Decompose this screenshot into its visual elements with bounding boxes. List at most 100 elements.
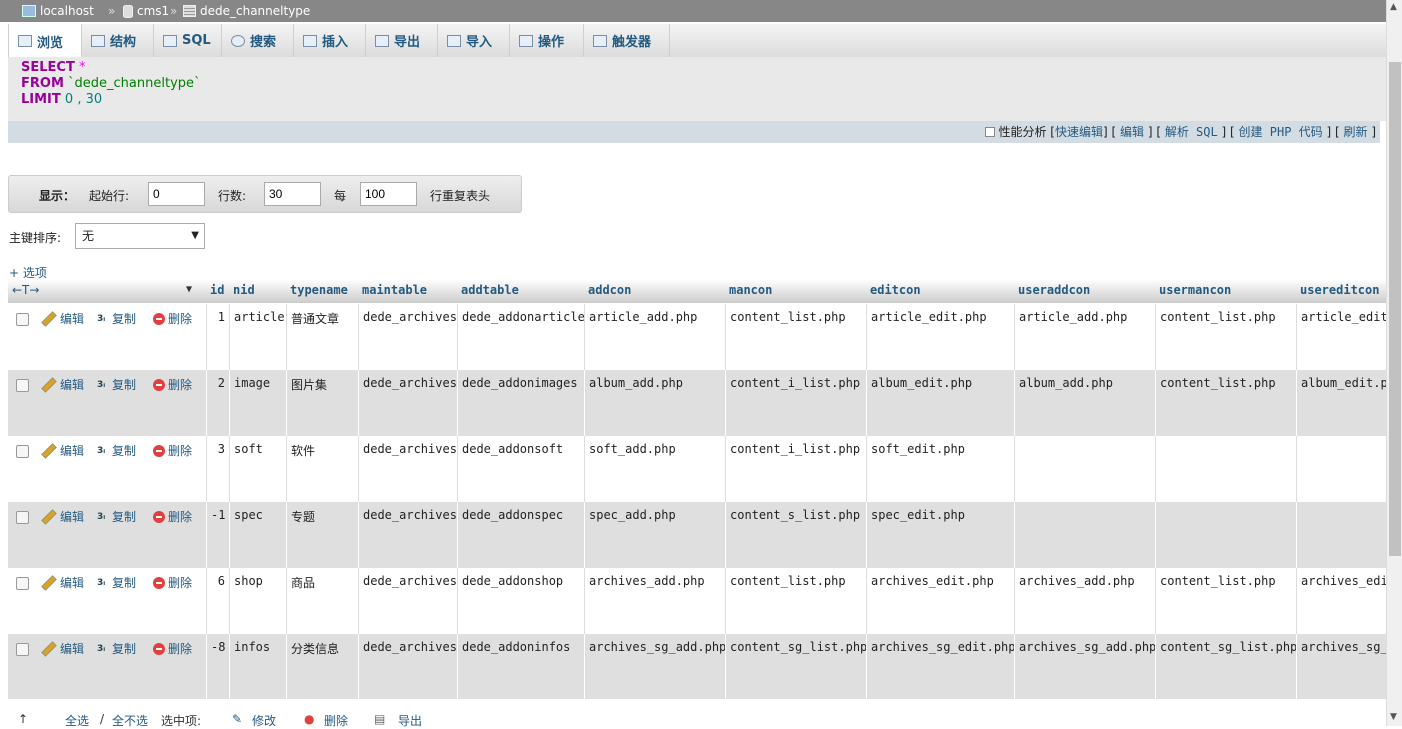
row-checkbox[interactable] — [16, 313, 29, 326]
column-header-nid[interactable]: nid — [229, 279, 286, 303]
profiling-checkbox[interactable] — [984, 127, 995, 137]
tab-triggers[interactable]: 触发器 — [584, 24, 670, 57]
cell-useraddcon[interactable]: archives_sg_add.php — [1014, 634, 1155, 699]
cell-usereditcon[interactable] — [1296, 436, 1386, 502]
cell-typename[interactable]: 分类信息 — [286, 634, 358, 699]
row-copy-action[interactable]: 3ᵢ 复制 — [97, 574, 136, 591]
tab-import[interactable]: 导入 — [438, 24, 510, 57]
column-header-editcon[interactable]: editcon — [866, 279, 1014, 303]
cell-usereditcon[interactable]: archives_sg_edit.php — [1296, 634, 1386, 699]
row-copy-action[interactable]: 3ᵢ 复制 — [97, 508, 136, 525]
uncheck-all-link[interactable]: 全不选 — [112, 712, 148, 729]
tab-structure[interactable]: 结构 — [82, 24, 154, 57]
row-checkbox[interactable] — [16, 577, 29, 590]
cell-nid[interactable]: image — [229, 370, 286, 436]
cell-id[interactable]: -1 — [206, 502, 229, 568]
cell-addcon[interactable]: album_add.php — [584, 370, 725, 436]
bulk-change-link[interactable]: 修改 — [252, 712, 276, 729]
cell-nid[interactable]: spec — [229, 502, 286, 568]
cell-addcon[interactable]: soft_add.php — [584, 436, 725, 502]
cell-mancon[interactable]: content_s_list.php — [725, 502, 866, 568]
explain-sql-link[interactable]: 解析 SQL — [1165, 125, 1218, 139]
column-menu-icon[interactable]: ▼ — [182, 279, 206, 303]
row-delete-action[interactable]: 删除 — [153, 574, 192, 591]
cell-useraddcon[interactable] — [1014, 436, 1155, 502]
cell-maintable[interactable]: dede_archives — [358, 568, 457, 634]
cell-maintable[interactable]: dede_archives — [358, 634, 457, 699]
cell-editcon[interactable]: archives_edit.php — [866, 568, 1014, 634]
cell-useraddcon[interactable]: article_add.php — [1014, 304, 1155, 370]
cell-mancon[interactable]: content_i_list.php — [725, 370, 866, 436]
row-checkbox[interactable] — [16, 379, 29, 392]
cell-addtable[interactable]: dede_addoninfos — [457, 634, 584, 699]
cell-usermancon[interactable]: content_sg_list.php — [1155, 634, 1296, 699]
refresh-link[interactable]: 刷新 — [1343, 125, 1367, 139]
cell-maintable[interactable]: dede_archives — [358, 502, 457, 568]
row-copy-action[interactable]: 3ᵢ 复制 — [97, 640, 136, 657]
cell-nid[interactable]: soft — [229, 436, 286, 502]
cell-addcon[interactable]: spec_add.php — [584, 502, 725, 568]
row-checkbox[interactable] — [16, 511, 29, 524]
cell-editcon[interactable]: article_edit.php — [866, 304, 1014, 370]
tab-operations[interactable]: 操作 — [510, 24, 584, 57]
row-delete-action[interactable]: 删除 — [153, 442, 192, 459]
column-header-addtable[interactable]: addtable — [457, 279, 584, 303]
row-delete-action[interactable]: 删除 — [153, 508, 192, 525]
column-header-id[interactable]: id — [206, 279, 230, 303]
quick-edit-link[interactable]: 快速编辑 — [1055, 125, 1103, 139]
cell-usereditcon[interactable]: album_edit.php — [1296, 370, 1386, 436]
cell-id[interactable]: 3 — [206, 436, 229, 502]
scroll-up-icon[interactable]: ▲ — [1390, 2, 1397, 12]
cell-editcon[interactable]: archives_sg_edit.php — [866, 634, 1014, 699]
row-edit-action[interactable]: 编辑 — [41, 310, 84, 327]
cell-typename[interactable]: 专题 — [286, 502, 358, 568]
column-header-usereditcon[interactable]: usereditcon — [1296, 279, 1386, 303]
cell-mancon[interactable]: content_sg_list.php — [725, 634, 866, 699]
tab-search[interactable]: 搜索 — [222, 24, 294, 57]
vertical-scrollbar[interactable]: ▲ ▼ — [1386, 0, 1402, 726]
row-copy-action[interactable]: 3ᵢ 复制 — [97, 376, 136, 393]
repeat-header-input[interactable] — [360, 182, 417, 206]
row-delete-action[interactable]: 删除 — [153, 376, 192, 393]
rows-input[interactable] — [264, 182, 321, 206]
cell-usermancon[interactable]: content_list.php — [1155, 568, 1296, 634]
edit-sql-link[interactable]: 编辑 — [1120, 125, 1144, 139]
cell-usermancon[interactable]: content_list.php — [1155, 304, 1296, 370]
cell-typename[interactable]: 图片集 — [286, 370, 358, 436]
column-header-mancon[interactable]: mancon — [725, 279, 866, 303]
cell-mancon[interactable]: content_list.php — [725, 568, 866, 634]
create-php-link[interactable]: 创建 PHP 代码 — [1239, 125, 1323, 139]
row-copy-action[interactable]: 3ᵢ 复制 — [97, 310, 136, 327]
row-copy-action[interactable]: 3ᵢ 复制 — [97, 442, 136, 459]
cell-editcon[interactable]: soft_edit.php — [866, 436, 1014, 502]
cell-useraddcon[interactable] — [1014, 502, 1155, 568]
cell-id[interactable]: 1 — [206, 304, 229, 370]
row-delete-action[interactable]: 删除 — [153, 640, 192, 657]
cell-addcon[interactable]: archives_sg_add.php — [584, 634, 725, 699]
cell-addcon[interactable]: archives_add.php — [584, 568, 725, 634]
cell-editcon[interactable]: album_edit.php — [866, 370, 1014, 436]
cell-id[interactable]: 6 — [206, 568, 229, 634]
cell-addtable[interactable]: dede_addonsoft — [457, 436, 584, 502]
column-header-maintable[interactable]: maintable — [358, 279, 457, 303]
cell-typename[interactable]: 商品 — [286, 568, 358, 634]
row-edit-action[interactable]: 编辑 — [41, 574, 84, 591]
column-header-usermancon[interactable]: usermancon — [1155, 279, 1296, 303]
row-delete-action[interactable]: 删除 — [153, 310, 192, 327]
breadcrumb-server[interactable]: localhost — [22, 0, 94, 22]
sort-select[interactable]: 无 ▼ — [75, 223, 205, 249]
column-header-typename[interactable]: typename — [286, 279, 358, 303]
cell-addtable[interactable]: dede_addonshop — [457, 568, 584, 634]
cell-nid[interactable]: shop — [229, 568, 286, 634]
cell-addtable[interactable]: dede_addonspec — [457, 502, 584, 568]
check-all-link[interactable]: 全选 — [65, 712, 89, 729]
cell-useraddcon[interactable]: album_add.php — [1014, 370, 1155, 436]
cell-addtable[interactable]: dede_addonarticle — [457, 304, 584, 370]
cell-mancon[interactable]: content_list.php — [725, 304, 866, 370]
start-row-input[interactable] — [148, 182, 205, 206]
cell-maintable[interactable]: dede_archives — [358, 436, 457, 502]
cell-nid[interactable]: article — [229, 304, 286, 370]
row-edit-action[interactable]: 编辑 — [41, 376, 84, 393]
cell-id[interactable]: 2 — [206, 370, 229, 436]
bulk-export-link[interactable]: 导出 — [398, 712, 422, 729]
